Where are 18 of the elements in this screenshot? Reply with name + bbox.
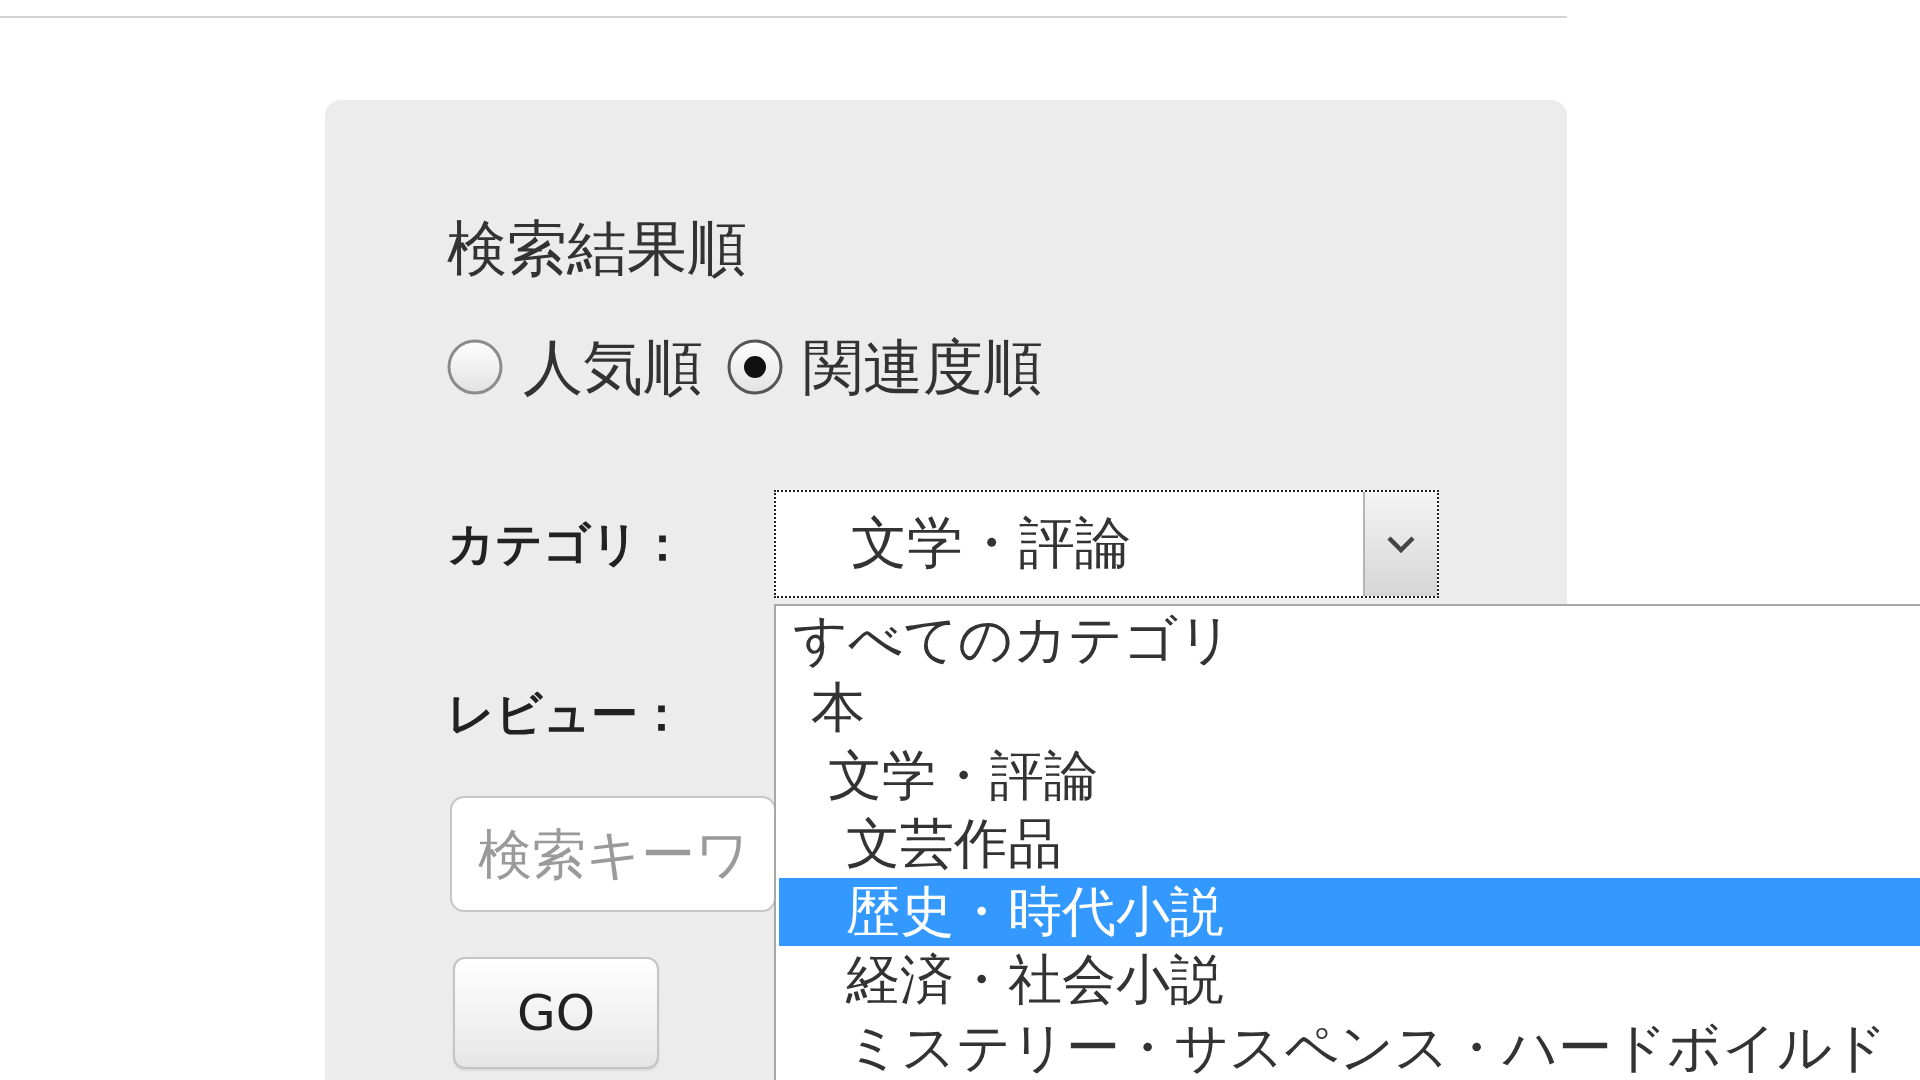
dropdown-toggle[interactable]	[1363, 492, 1437, 596]
dropdown-option[interactable]: 文学・評論	[779, 742, 1920, 810]
search-field[interactable]: 検索キーワ	[450, 796, 776, 912]
category-select[interactable]: 文学・評論	[774, 490, 1439, 598]
dropdown-option[interactable]: 経済・社会小説	[779, 946, 1920, 1014]
dropdown-option[interactable]: ミステリー・サスペンス・ハードボイルド	[779, 1014, 1920, 1080]
go-button[interactable]: GO	[453, 957, 659, 1069]
radio-label[interactable]: 人気順	[523, 332, 703, 402]
field-label: カテゴリ：	[447, 514, 686, 573]
field-label: レビュー：	[447, 685, 685, 743]
section-title: 検索結果順	[447, 213, 747, 283]
dropdown-option[interactable]: 本	[779, 674, 1920, 742]
radio-button[interactable]	[727, 339, 783, 395]
chevron-down-icon	[1386, 535, 1416, 553]
radio-button[interactable]	[447, 339, 503, 395]
radio-label[interactable]: 関連度順	[803, 332, 1043, 402]
dropdown-option[interactable]: 文芸作品	[779, 810, 1920, 878]
dropdown-option[interactable]: すべてのカテゴリ	[779, 606, 1920, 674]
